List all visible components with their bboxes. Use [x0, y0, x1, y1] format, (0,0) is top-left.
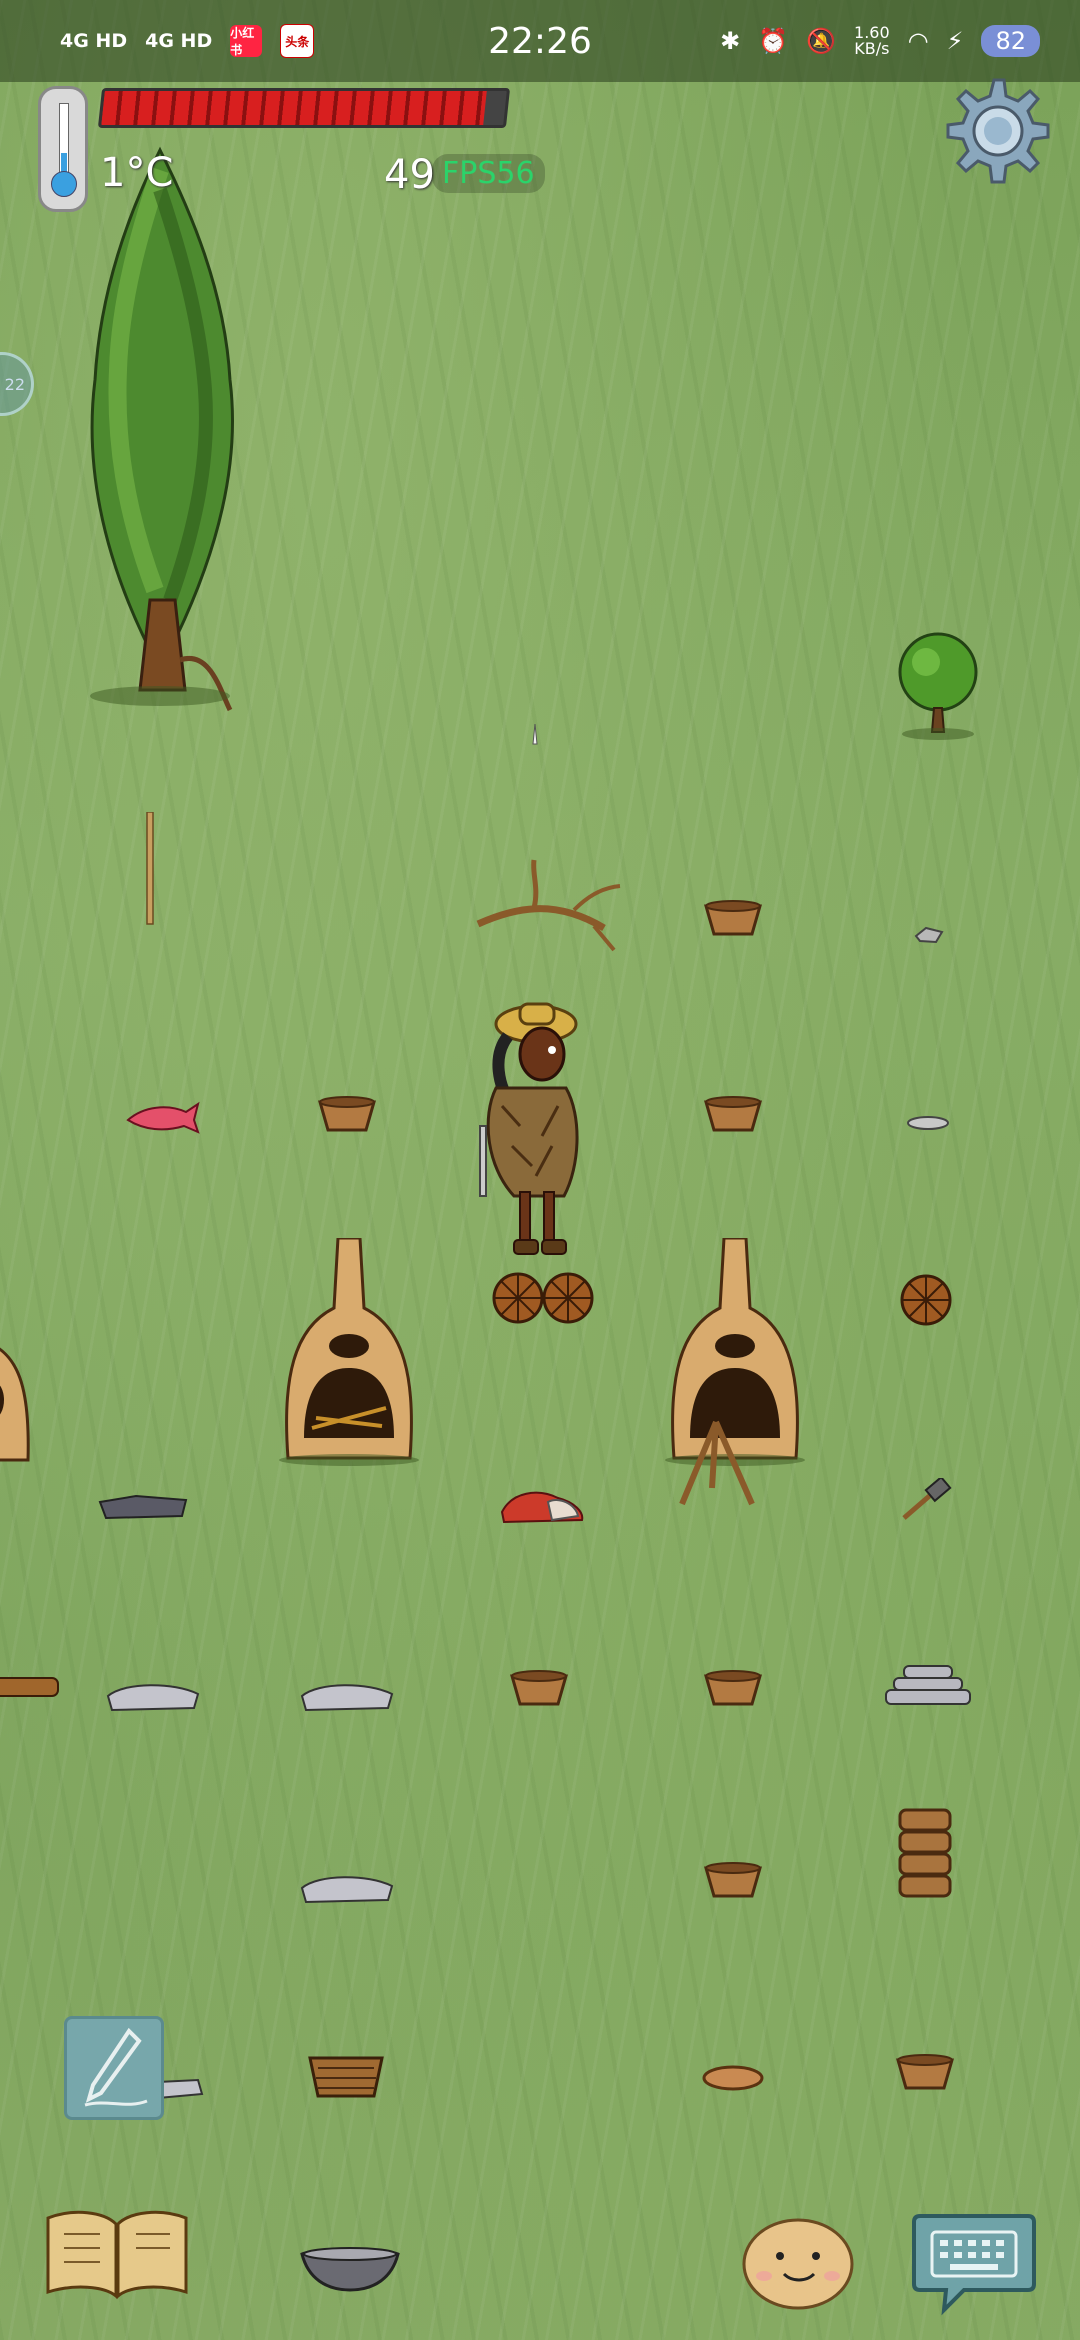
basket[interactable]: [896, 2052, 954, 2092]
clock: 22:26: [488, 20, 592, 62]
kiln-left-edge[interactable]: [0, 1320, 40, 1470]
stack-of-baskets[interactable]: [896, 1806, 954, 1902]
wifi-icon: ◠: [907, 27, 929, 55]
emote-face-icon[interactable]: [740, 2210, 856, 2310]
big-flat-rock[interactable]: [104, 1680, 202, 1714]
thermometer-icon: [38, 86, 88, 212]
xiaohongshu-icon: 小红书: [230, 25, 263, 57]
juniper-tree[interactable]: [40, 130, 280, 720]
small-feather[interactable]: [528, 724, 542, 750]
charging-icon: ⚡: [946, 27, 964, 55]
pencil-icon[interactable]: [64, 2016, 164, 2120]
big-flat-rock[interactable]: [298, 1872, 396, 1906]
keyboard-icon[interactable]: [910, 2206, 1038, 2316]
small-bush[interactable]: [888, 628, 988, 744]
wooden-stake[interactable]: [140, 812, 160, 932]
woven-basket[interactable]: [308, 2052, 384, 2100]
yum-count: 49: [384, 152, 435, 198]
toutiao-icon: 头条: [280, 24, 315, 58]
burdock-burr[interactable]: [538, 1268, 598, 1328]
game-world[interactable]: [0, 0, 1080, 2340]
alarm-icon: ⏰: [758, 27, 789, 55]
stack-of-stones[interactable]: [880, 1664, 976, 1714]
red-cloth[interactable]: [498, 1482, 588, 1526]
bluetooth-icon: ✱: [720, 27, 741, 55]
burdock-burr[interactable]: [896, 1270, 956, 1330]
mute-icon: 🔕: [806, 27, 837, 55]
gear-icon[interactable]: [934, 74, 1054, 194]
fps-counter: FPS56: [432, 154, 545, 193]
food-meter: [97, 88, 511, 128]
basket[interactable]: [704, 898, 762, 938]
basket[interactable]: [510, 1668, 568, 1708]
system-status-bar: 4G HD 4G HD 小红书 头条 22:26 ✱ ⏰ 🔕 1.60 KB/s…: [0, 0, 1080, 82]
flat-rock-partial[interactable]: [158, 2072, 204, 2102]
bowl-icon[interactable]: [298, 2244, 402, 2294]
book-icon[interactable]: [44, 2204, 190, 2304]
flint-chip[interactable]: [914, 926, 944, 944]
battery-level: 82: [981, 25, 1040, 57]
kindling-sticks[interactable]: [672, 1418, 762, 1508]
big-flat-rock[interactable]: [298, 1680, 396, 1714]
flat-stone[interactable]: [96, 1492, 190, 1522]
player-character[interactable]: [462, 996, 590, 1268]
cell-signal-2: 4G HD: [145, 29, 213, 52]
basket[interactable]: [318, 1094, 376, 1134]
basket[interactable]: [704, 1860, 762, 1900]
food-meter-fill: [101, 91, 487, 125]
flint-chip[interactable]: [906, 1114, 950, 1132]
hammer[interactable]: [900, 1478, 952, 1522]
basket[interactable]: [704, 1094, 762, 1134]
clay-plate[interactable]: [702, 2064, 764, 2092]
branch[interactable]: [474, 858, 624, 958]
red-fish[interactable]: [124, 1098, 200, 1134]
basket[interactable]: [704, 1668, 762, 1708]
log[interactable]: [0, 1674, 62, 1700]
net-speed: 1.60 KB/s: [854, 23, 890, 58]
temperature-readout: 1°C: [100, 150, 174, 196]
cell-signal-1: 4G HD: [60, 29, 128, 52]
kiln-with-fire[interactable]: [274, 1238, 424, 1468]
